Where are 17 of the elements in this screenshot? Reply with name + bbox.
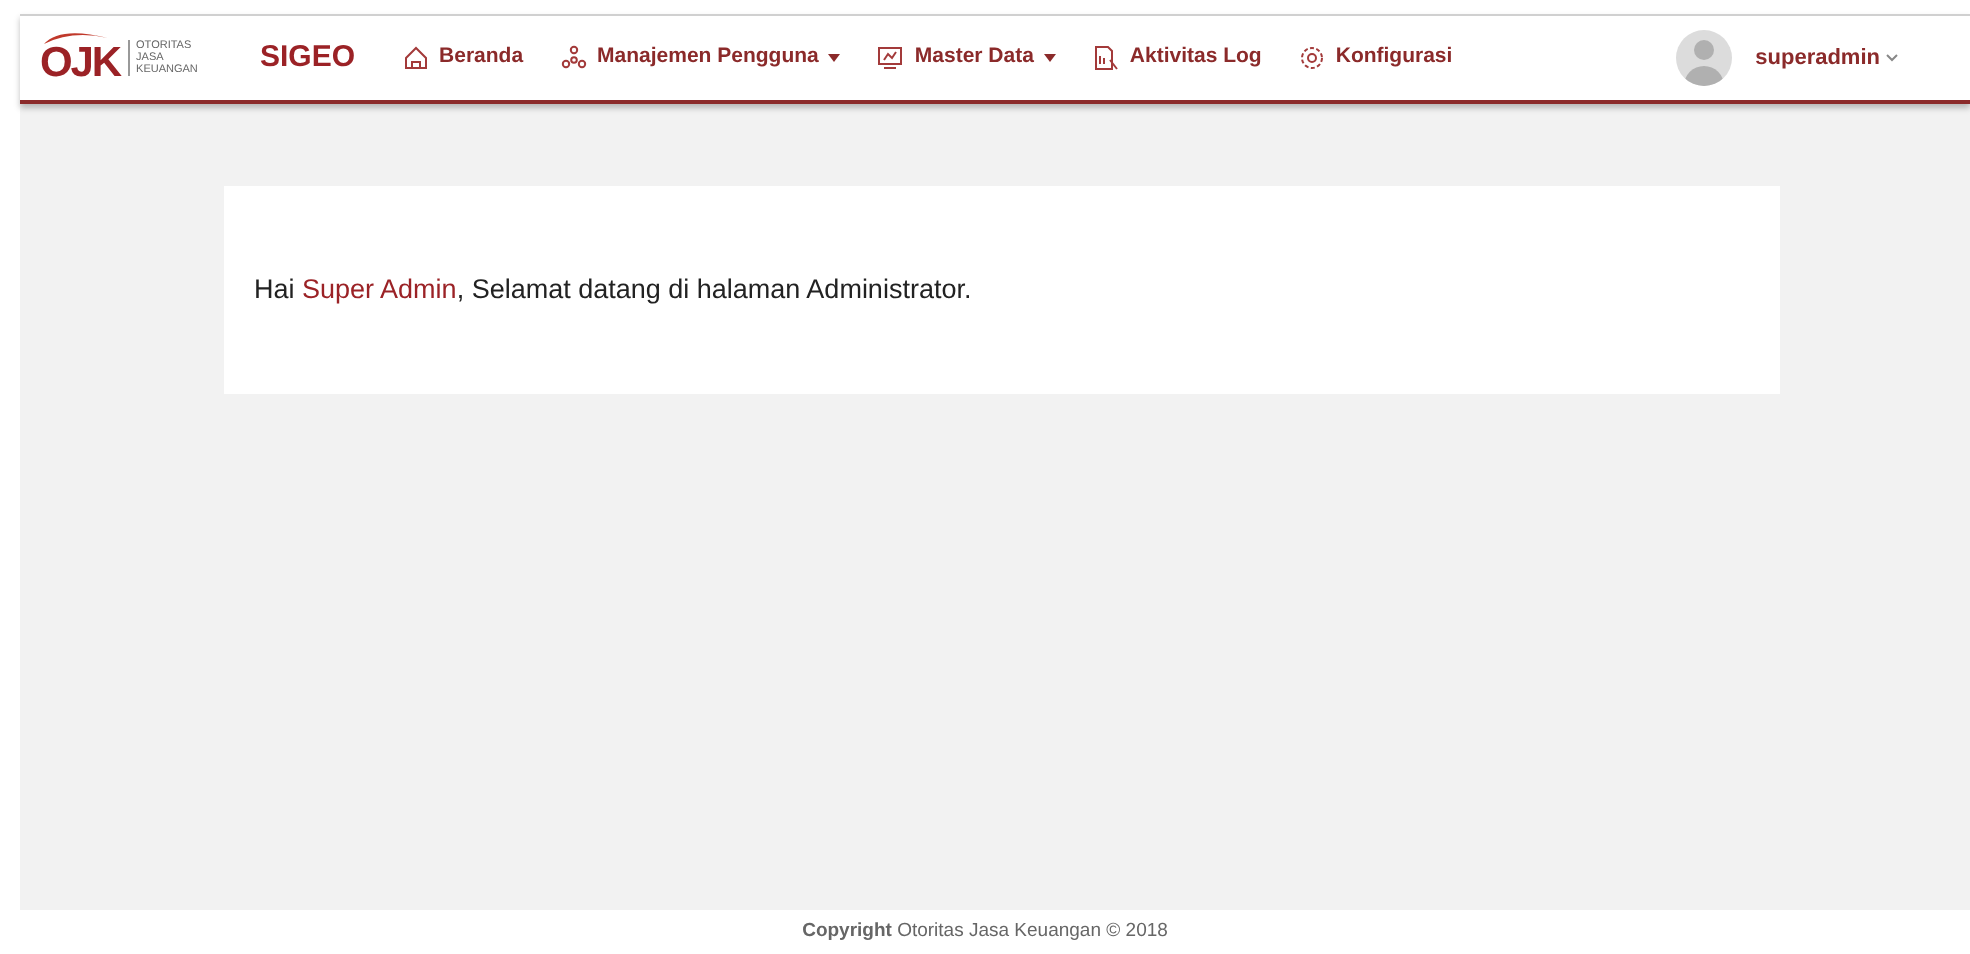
- report-icon: [1091, 44, 1120, 72]
- nav-link[interactable]: Beranda: [387, 42, 538, 74]
- app-title: SIGEO: [260, 37, 356, 78]
- nav-link[interactable]: Aktivitas Log: [1077, 42, 1276, 74]
- avatar-icon: [1675, 30, 1732, 86]
- nav-link[interactable]: Konfigurasi: [1283, 42, 1467, 74]
- copyright-text: Copyright Otoritas Jasa Keuangan © 2018: [802, 917, 1168, 946]
- chart-monitor-icon: [876, 44, 905, 72]
- chevron-icon: [1886, 54, 1898, 62]
- gear-icon: [1297, 44, 1326, 72]
- nav-link[interactable]: Master Data: [862, 42, 1070, 74]
- people-icon: [559, 44, 588, 72]
- home-icon: [401, 44, 430, 72]
- logo-mark: OJK: [40, 33, 121, 83]
- nav-link[interactable]: Manajemen Pengguna: [545, 42, 855, 74]
- user-menu[interactable]: superadmin: [1755, 41, 1898, 75]
- welcome-message: Hai Super Admin, Selamat datang di halaman Administrator.: [254, 271, 972, 308]
